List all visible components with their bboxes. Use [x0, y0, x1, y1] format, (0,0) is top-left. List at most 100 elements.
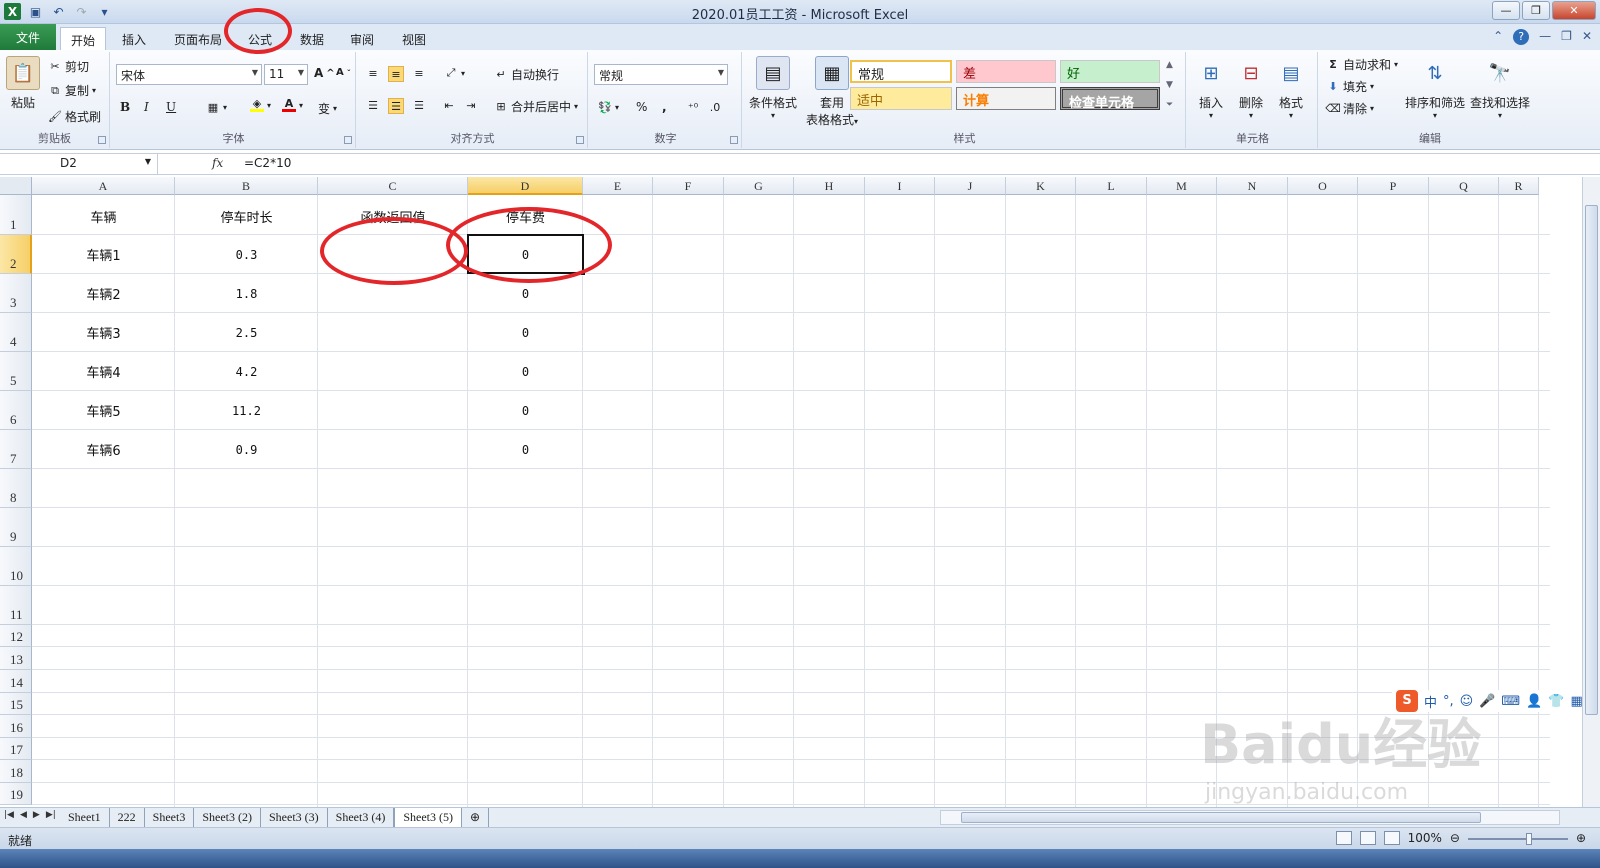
style-good[interactable]: 好 — [1060, 60, 1160, 83]
column-header-r[interactable]: R — [1499, 177, 1539, 195]
ime-skin-icon[interactable]: 👕 — [1548, 694, 1564, 709]
zoom-slider[interactable] — [1467, 833, 1568, 845]
table-cell[interactable]: 0 — [468, 313, 583, 352]
cut-button[interactable]: ✂ 剪切 — [48, 58, 89, 75]
row-header-16[interactable]: 16 — [0, 715, 32, 738]
tab-insert[interactable]: 插入 — [112, 27, 156, 50]
column-header-l[interactable]: L — [1076, 177, 1147, 195]
row-header-6[interactable]: 6 — [0, 391, 32, 430]
next-sheet-icon[interactable]: ▶ — [33, 810, 40, 820]
phonetic-button[interactable]: 变 ▾ — [318, 100, 337, 117]
column-header-i[interactable]: I — [865, 177, 935, 195]
comma-button[interactable]: , — [662, 100, 667, 114]
clear-button[interactable]: ⌫ 清除 ▾ — [1325, 100, 1374, 117]
font-launcher-icon[interactable] — [344, 136, 352, 144]
tab-page-layout[interactable]: 页面布局 — [164, 27, 232, 50]
table-cell[interactable]: 1.8 — [175, 274, 318, 313]
table-cell[interactable]: 车辆3 — [32, 313, 175, 352]
style-normal[interactable]: 常规 — [850, 60, 952, 83]
style-neutral[interactable]: 适中 — [850, 87, 952, 110]
vertical-scroll-thumb[interactable] — [1585, 205, 1598, 715]
ime-mic-icon[interactable]: 🎤 — [1479, 694, 1495, 709]
align-right-button[interactable]: ☰ — [412, 98, 426, 112]
column-header-o[interactable]: O — [1288, 177, 1358, 195]
table-cell[interactable]: 0 — [468, 391, 583, 430]
table-cell[interactable]: 车辆4 — [32, 352, 175, 391]
row-header-1[interactable]: 1 — [0, 195, 32, 235]
styles-more-icon[interactable]: ⏷ — [1166, 100, 1173, 110]
row-header-18[interactable]: 18 — [0, 760, 32, 783]
column-header-k[interactable]: K — [1006, 177, 1076, 195]
collapse-ribbon-icon[interactable]: ⌃ — [1493, 29, 1503, 45]
column-header-p[interactable]: P — [1358, 177, 1429, 195]
column-header-e[interactable]: E — [583, 177, 653, 195]
column-header-m[interactable]: M — [1147, 177, 1217, 195]
minimize-button[interactable]: — — [1492, 1, 1520, 20]
row-header-14[interactable]: 14 — [0, 670, 32, 693]
column-header-h[interactable]: H — [794, 177, 865, 195]
row-header-8[interactable]: 8 — [0, 469, 32, 508]
align-bottom-button[interactable]: ≡ — [412, 66, 426, 80]
page-break-view-button[interactable] — [1383, 831, 1400, 845]
page-layout-view-button[interactable] — [1359, 831, 1376, 845]
paste-button[interactable]: 📋 粘贴 — [4, 56, 42, 111]
sheet-tab[interactable]: 222 — [110, 808, 145, 827]
merge-center-button[interactable]: ⊞ 合并后居中 ▾ — [494, 98, 578, 115]
table-cell[interactable]: 0 — [468, 430, 583, 469]
ime-user-icon[interactable]: 👤 — [1526, 694, 1542, 709]
row-header-12[interactable]: 12 — [0, 625, 32, 647]
column-header-c[interactable]: C — [318, 177, 468, 195]
underline-button[interactable]: U — [166, 100, 176, 114]
column-header-j[interactable]: J — [935, 177, 1006, 195]
zoom-out-icon[interactable]: ⊖ — [1450, 831, 1460, 845]
table-header-cell[interactable]: 停车时长 — [175, 195, 318, 235]
horizontal-scrollbar[interactable] — [940, 810, 1560, 825]
table-cell[interactable]: 0 — [468, 352, 583, 391]
column-header-q[interactable]: Q — [1429, 177, 1499, 195]
sheet-tab[interactable]: Sheet3 (5) — [394, 808, 462, 827]
row-header-19[interactable]: 19 — [0, 783, 32, 805]
styles-scroll-down-icon[interactable]: ▼ — [1166, 80, 1173, 90]
font-size-select[interactable]: 11 ▼ — [264, 64, 308, 85]
grow-font-button[interactable]: A ^ — [314, 66, 335, 80]
tab-data[interactable]: 数据 — [290, 27, 334, 50]
align-top-button[interactable]: ≡ — [366, 66, 380, 80]
row-header-9[interactable]: 9 — [0, 508, 32, 547]
formula-input[interactable]: =C2*10 — [244, 156, 291, 170]
doc-minimize-icon[interactable]: — — [1539, 29, 1551, 45]
table-cell[interactable]: 0.3 — [175, 235, 318, 274]
styles-scroll-up-icon[interactable]: ▲ — [1166, 60, 1173, 70]
align-middle-button[interactable]: ≡ — [388, 66, 404, 82]
close-button[interactable]: ✕ — [1552, 1, 1596, 20]
zoom-level[interactable]: 100% — [1408, 831, 1442, 845]
column-header-n[interactable]: N — [1217, 177, 1288, 195]
row-header-7[interactable]: 7 — [0, 430, 32, 469]
sheet-tab[interactable]: Sheet3 — [145, 808, 195, 827]
fill-color-button[interactable]: ◈ ▾ — [250, 97, 271, 112]
prev-sheet-icon[interactable]: ◀ — [20, 810, 27, 820]
column-header-a[interactable]: A — [32, 177, 175, 195]
name-box[interactable]: D2 ▼ — [0, 154, 158, 174]
table-cell[interactable]: 车辆6 — [32, 430, 175, 469]
zoom-slider-knob[interactable] — [1525, 833, 1532, 845]
font-name-select[interactable]: 宋体 ▼ — [116, 64, 262, 85]
table-cell[interactable]: 0.9 — [175, 430, 318, 469]
copy-button[interactable]: ⧉ 复制 ▾ — [48, 82, 96, 99]
table-cell[interactable]: 4.2 — [175, 352, 318, 391]
zoom-in-icon[interactable]: ⊕ — [1576, 831, 1586, 845]
conditional-format-button[interactable]: ▤ 条件格式 ▾ — [748, 56, 798, 120]
sheet-tab[interactable]: Sheet3 (4) — [328, 808, 395, 827]
sort-filter-button[interactable]: ⇅ 排序和筛选 ▾ — [1404, 56, 1466, 121]
align-left-button[interactable]: ☰ — [366, 98, 380, 112]
row-header-15[interactable]: 15 — [0, 693, 32, 715]
style-calculation[interactable]: 计算 — [956, 87, 1056, 110]
column-header-g[interactable]: G — [724, 177, 794, 195]
font-color-button[interactable]: A ▾ — [282, 97, 303, 112]
tab-review[interactable]: 审阅 — [340, 27, 384, 50]
format-painter-button[interactable]: 🖌 格式刷 — [48, 108, 101, 125]
fill-button[interactable]: ⬇ 填充 ▾ — [1326, 78, 1374, 95]
row-header-5[interactable]: 5 — [0, 352, 32, 391]
autosum-button[interactable]: Σ 自动求和 ▾ — [1326, 56, 1398, 73]
table-cell[interactable]: 车辆2 — [32, 274, 175, 313]
row-header-3[interactable]: 3 — [0, 274, 32, 313]
